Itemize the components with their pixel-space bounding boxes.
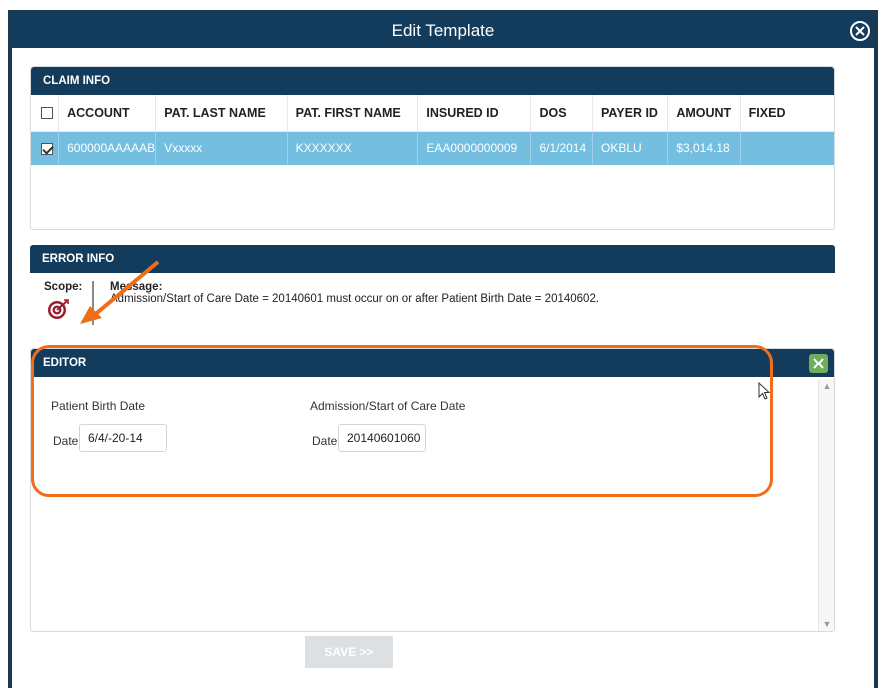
scroll-down-icon[interactable]: ▼ — [819, 617, 835, 631]
admission-date-title: Admission/Start of Care Date — [310, 399, 466, 413]
cell-last-name: Vxxxxx — [155, 131, 288, 165]
cell-amount: $3,014.18 — [667, 131, 741, 165]
select-all-checkbox[interactable] — [41, 107, 53, 120]
error-info-panel: ERROR INFO Scope: Message: Admission/Sta… — [30, 245, 835, 335]
editor-scrollbar[interactable]: ▲ ▼ — [818, 379, 834, 631]
cell-fixed — [740, 131, 834, 165]
merge-icon[interactable] — [809, 354, 828, 373]
scope-label: Scope: — [44, 281, 83, 293]
column-payer-id[interactable]: PAYER ID — [592, 95, 669, 132]
table-header-row: ACCOUNT PAT. LAST NAME PAT. FIRST NAME I… — [31, 95, 834, 132]
cell-insured-id: EAA0000000009 — [417, 131, 532, 165]
column-dos[interactable]: DOS — [530, 95, 593, 132]
column-insured-id[interactable]: INSURED ID — [417, 95, 532, 132]
save-button[interactable]: SAVE >> — [305, 636, 393, 668]
scroll-up-icon[interactable]: ▲ — [819, 379, 835, 393]
row-select-cell — [31, 131, 60, 165]
close-icon[interactable] — [850, 21, 870, 41]
column-last-name[interactable]: PAT. LAST NAME — [155, 95, 288, 132]
birth-date-label: Date — [53, 434, 79, 448]
message-text: Admission/Start of Care Date = 20140601 … — [110, 293, 600, 305]
scope-divider — [92, 281, 94, 325]
claims-table: ACCOUNT PAT. LAST NAME PAT. FIRST NAME I… — [31, 95, 834, 165]
editor-body: Patient Birth Date Date Admission/Start … — [31, 379, 818, 631]
claim-info-panel: CLAIM INFO ACCOUNT PAT. LAST NAME PAT. F… — [30, 66, 835, 230]
patient-birth-date-input[interactable] — [79, 424, 167, 452]
cell-dos: 6/1/2014 — [530, 131, 593, 165]
editor-panel: EDITOR Patient Birth Date Date Admission… — [30, 348, 835, 632]
table-row[interactable]: 600000AAAAAB Vxxxxx KXXXXXX EAA000000000… — [31, 131, 834, 165]
column-account[interactable]: ACCOUNT — [58, 95, 157, 132]
message-label: Message: — [110, 281, 163, 293]
target-icon — [48, 299, 69, 319]
cell-account: 600000AAAAAB — [58, 131, 157, 165]
cell-first-name: KXXXXXX — [287, 131, 419, 165]
dialog-header: Edit Template — [12, 14, 874, 48]
editor-header: EDITOR — [31, 349, 834, 377]
row-checkbox[interactable] — [41, 143, 53, 156]
column-amount[interactable]: AMOUNT — [667, 95, 741, 132]
cell-payer-id: OKBLU — [592, 131, 669, 165]
column-fixed[interactable]: FIXED — [740, 95, 834, 132]
admission-date-input[interactable] — [338, 424, 426, 452]
dialog-title: Edit Template — [391, 21, 495, 40]
select-all-cell — [31, 95, 60, 132]
claim-info-header: CLAIM INFO — [31, 67, 834, 95]
error-info-header: ERROR INFO — [30, 245, 835, 273]
column-first-name[interactable]: PAT. FIRST NAME — [287, 95, 419, 132]
admission-date-label: Date — [312, 434, 338, 448]
patient-birth-date-title: Patient Birth Date — [51, 399, 146, 413]
